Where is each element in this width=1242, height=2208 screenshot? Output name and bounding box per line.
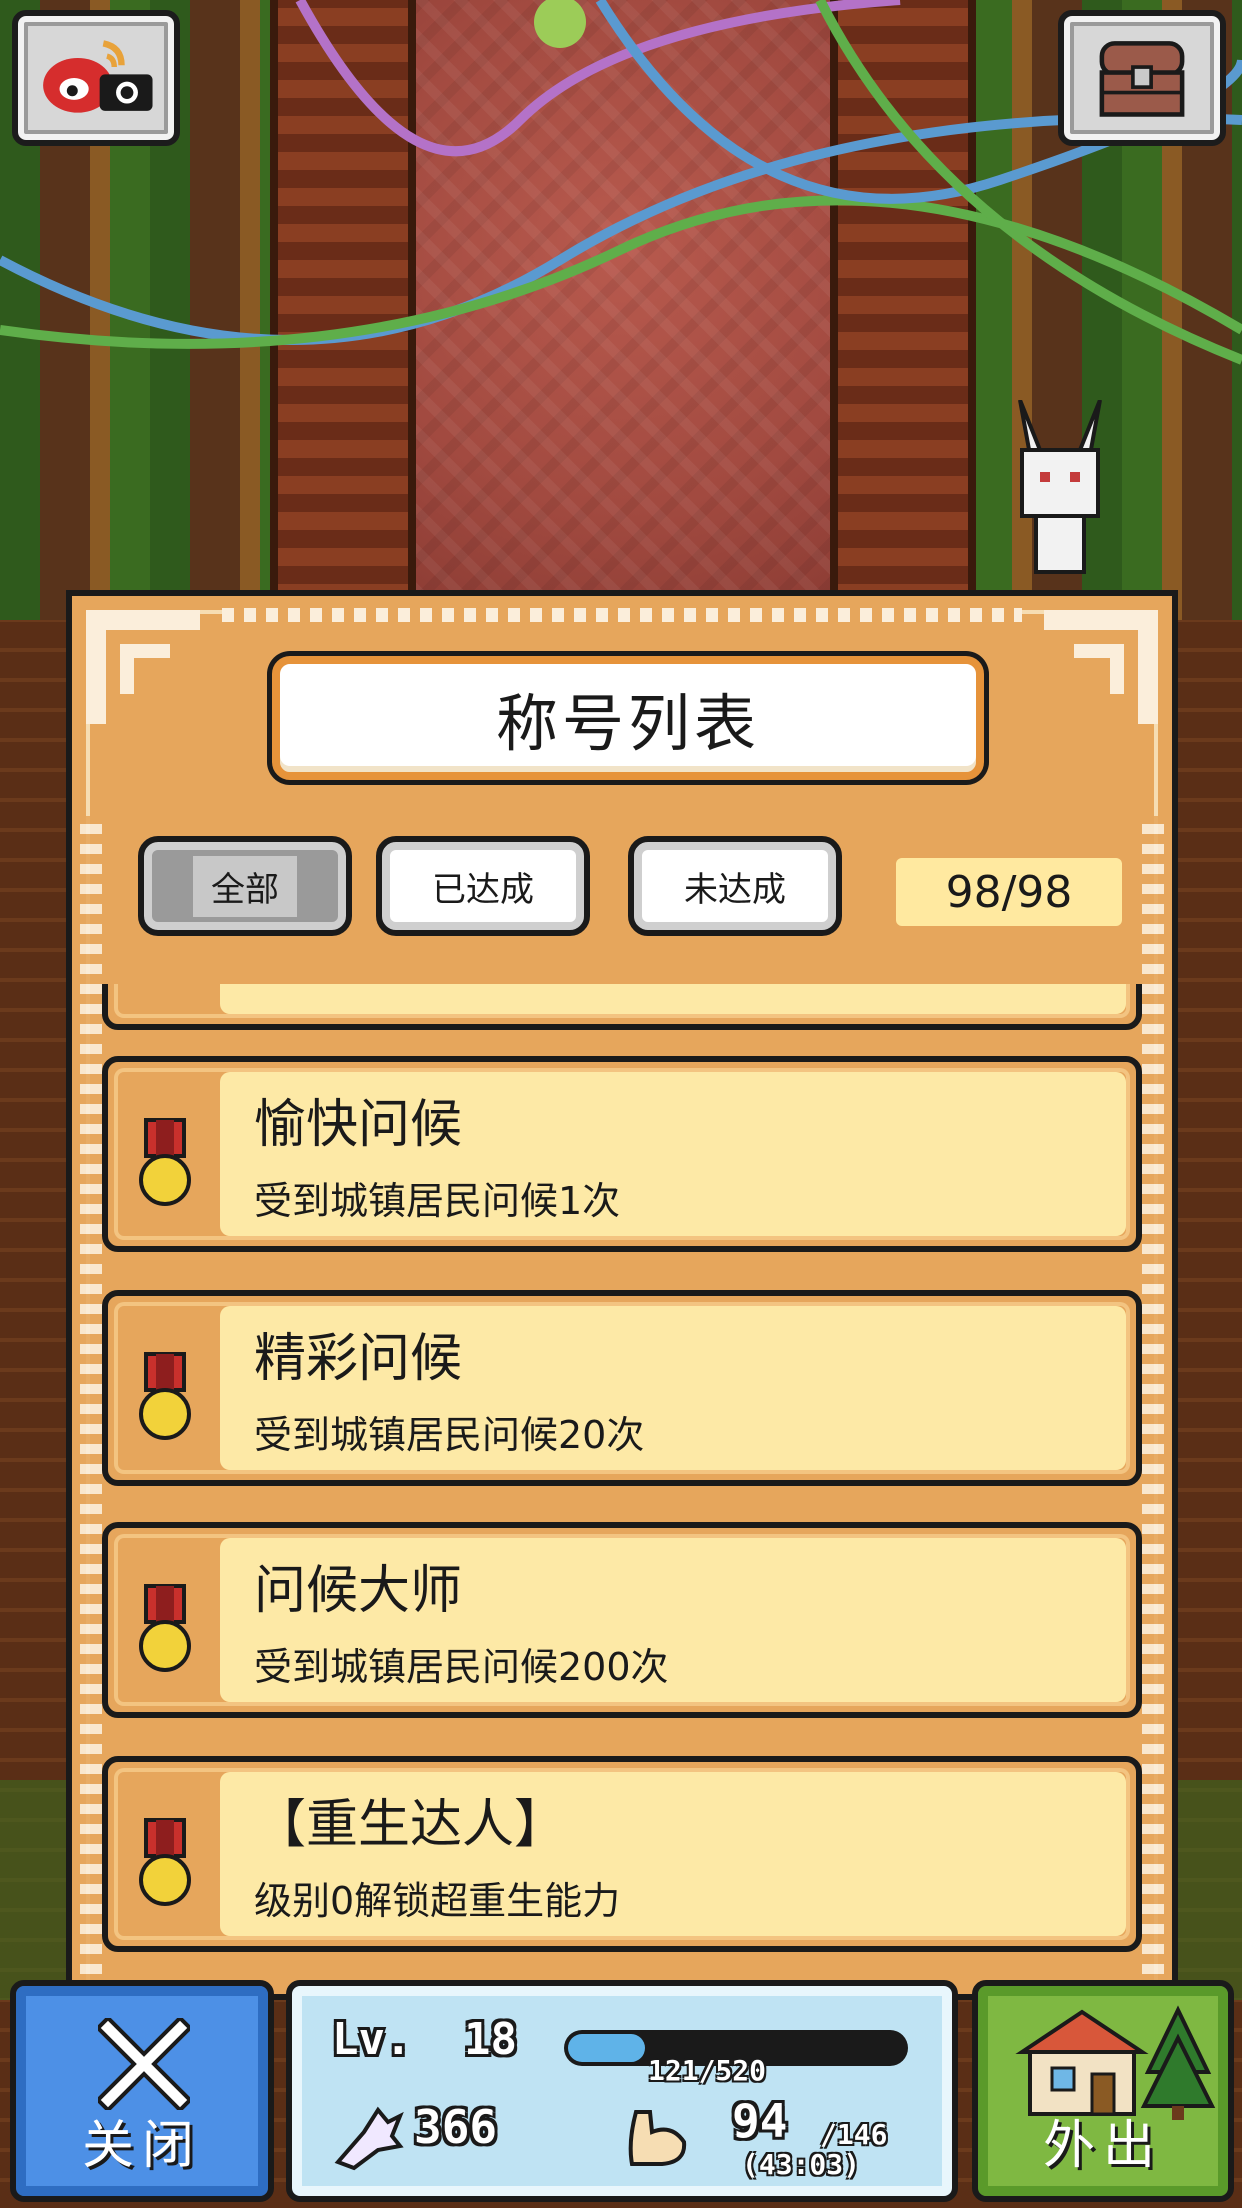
title-name: 愉快问候 [254,1095,463,1155]
title-list-item[interactable]: 问候大师 受到城镇居民问候200次 [102,1522,1142,1718]
title-count: 98/98 [896,858,1122,926]
level-value: 18 [464,2014,517,2065]
title-description: 受到城镇居民问候200次 [254,1645,669,1689]
panel-title-box: 称号列表 [272,656,984,780]
stamina-timer: (43:03) [742,2148,861,2181]
title-name: 问候大师 [254,1561,463,1621]
rabbit-npc-icon [1018,400,1102,574]
title-list[interactable]: 愉快问候 受到城镇居民问候1次 精彩问候 受到城镇居民问候20次 问候大师 受到… [102,984,1142,1994]
panel-right-frill [1142,816,1164,1994]
stamina-value: 94 [732,2094,788,2148]
medal-icon [139,1118,191,1206]
filter-tab-achieved[interactable]: 已达成 [376,836,590,936]
filter-tab-all-label: 全部 [193,855,297,917]
title-name: 精彩问候 [254,1329,463,1389]
weibo-share-button[interactable] [12,10,180,146]
medal-icon [139,1584,191,1672]
player-status-panel: Lv. 18 121/520 366 94 /146 (43:03) [286,1980,958,2202]
medal-icon [139,1818,191,1906]
corner-ornament-left [86,610,200,724]
title-list-item-partial[interactable] [102,984,1142,1030]
panel-top-frill [222,608,1022,622]
title-list-item[interactable]: 【重生达人】 级别0解锁超重生能力 [102,1756,1142,1952]
go-out-button[interactable]: 外出 [972,1980,1234,2202]
weibo-camera-icon [43,40,153,113]
close-button[interactable]: 关闭 [10,1980,274,2202]
muscle-arm-icon [628,2110,687,2166]
wing-coin-icon [334,2106,404,2171]
treasure-chest-icon [1099,41,1185,117]
level-label: Lv. [332,2014,412,2065]
title-list-panel: 称号列表 全部 已达成 未达成 98/98 愉快问候 受到城镇居民问候1次 精彩… [66,590,1178,2000]
xp-bar-fill [568,2034,645,2062]
title-list-item[interactable]: 愉快问候 受到城镇居民问候1次 [102,1056,1142,1252]
title-description: 级别0解锁超重生能力 [254,1879,621,1923]
title-name: 【重生达人】 [254,1795,567,1855]
go-out-button-label: 外出 [1042,2116,1163,2176]
close-button-label: 关闭 [81,2116,202,2176]
item-card [220,984,1126,1014]
filter-tab-unachieved[interactable]: 未达成 [628,836,842,936]
corner-ornament-right [1044,610,1158,724]
stamina-max: /146 [820,2118,888,2151]
treasure-chest-button[interactable] [1058,10,1226,146]
money-value: 366 [414,2100,498,2154]
panel-title: 称号列表 [495,687,760,760]
panel-left-frill [80,816,102,1994]
title-description: 受到城镇居民问候20次 [254,1413,645,1457]
xp-text: 121/520 [648,2054,767,2087]
title-list-item[interactable]: 精彩问候 受到城镇居民问候20次 [102,1290,1142,1486]
close-x-icon [98,2018,190,2110]
medal-icon [139,1352,191,1440]
filter-tab-unachieved-label: 未达成 [684,869,786,910]
title-description: 受到城镇居民问候1次 [254,1179,621,1223]
filter-tab-all[interactable]: 全部 [138,836,352,936]
filter-tab-achieved-label: 已达成 [432,869,534,910]
